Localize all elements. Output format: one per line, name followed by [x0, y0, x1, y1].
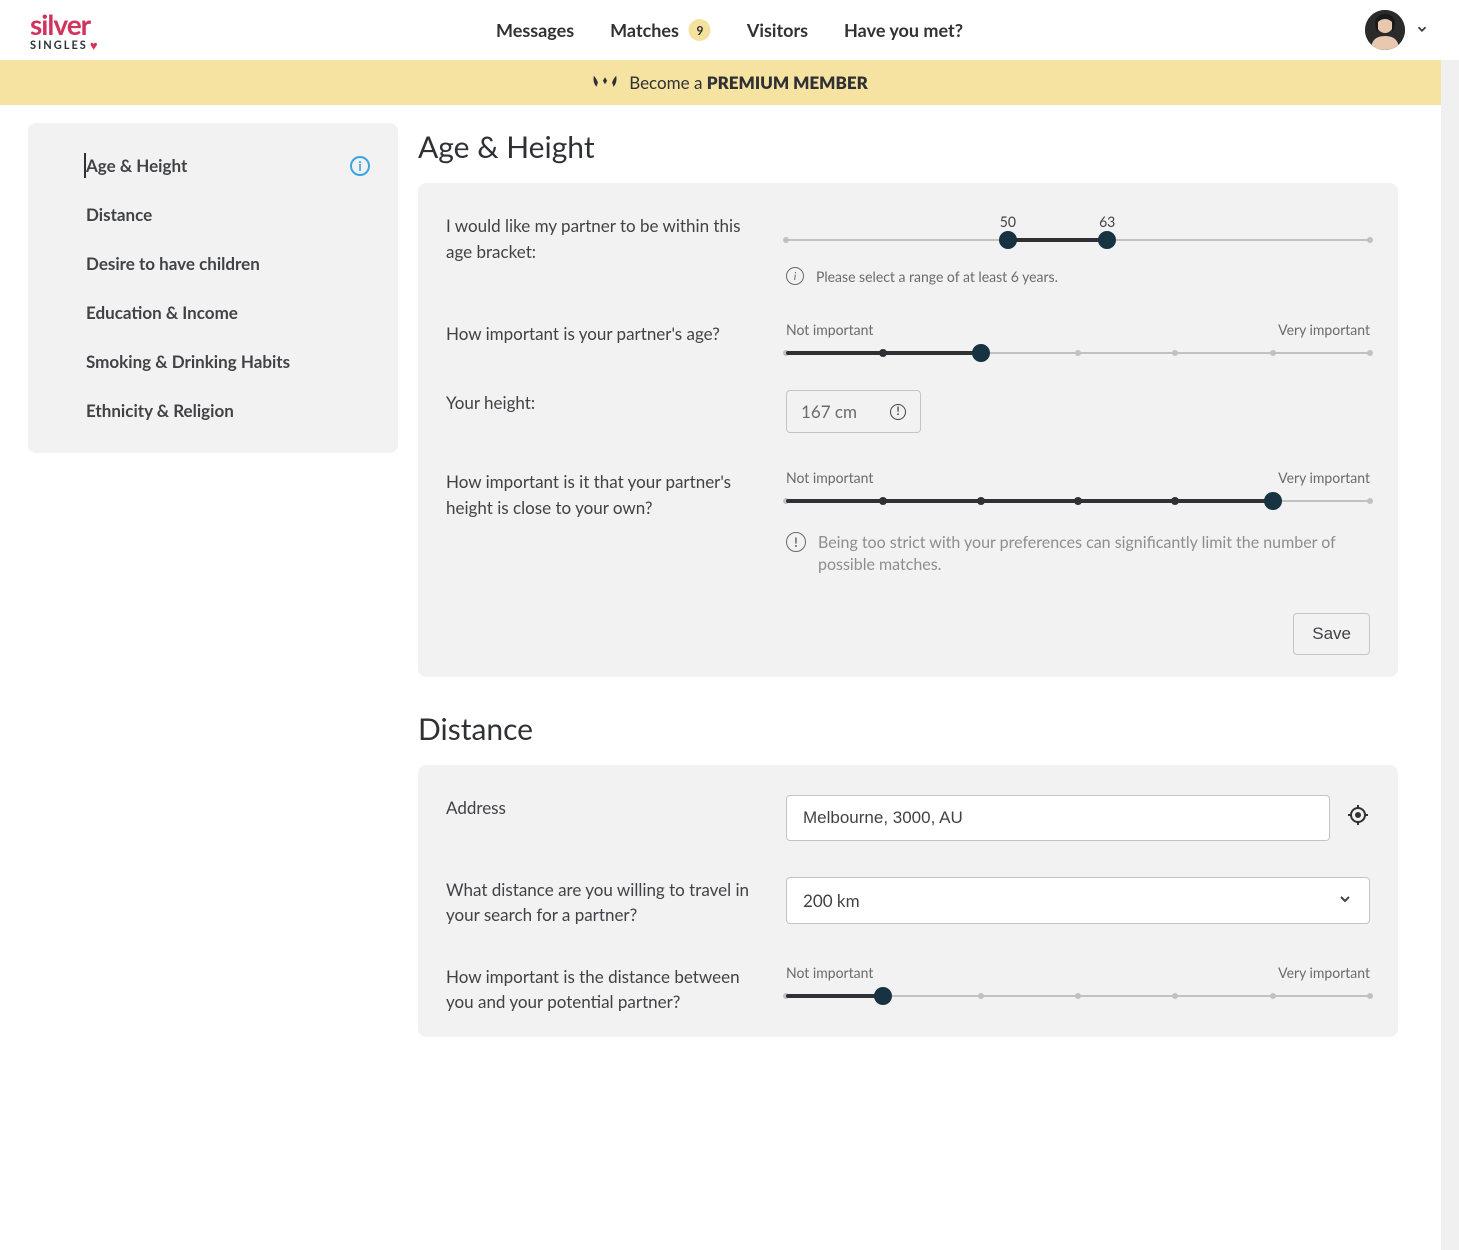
user-menu[interactable] [1365, 10, 1429, 50]
avatar[interactable] [1365, 10, 1405, 50]
slider-handle[interactable] [874, 987, 892, 1005]
slider-handle[interactable] [1264, 492, 1282, 510]
sidebar-item-smoking-drinking[interactable]: Smoking & Drinking Habits [28, 337, 398, 386]
panel-age-height: I would like my partner to be within thi… [418, 183, 1398, 677]
slider-handle[interactable] [972, 344, 990, 362]
header: silver SINGLES ♥ Messages Matches 9 Visi… [0, 0, 1459, 60]
sidebar-item-children[interactable]: Desire to have children [28, 239, 398, 288]
height-value: 167 cm [801, 401, 857, 422]
very-important-label: Very important [1278, 469, 1370, 486]
alert-icon: ! [890, 404, 906, 420]
age-range-label: I would like my partner to be within thi… [446, 213, 766, 264]
distance-value: 200 km [803, 890, 860, 911]
address-input[interactable] [786, 795, 1330, 841]
nav-matches[interactable]: Matches 9 [610, 19, 711, 41]
scrollbar[interactable] [1441, 60, 1459, 1250]
chevron-down-icon [1337, 890, 1353, 911]
main: Age & Height I would like my partner to … [418, 123, 1398, 1037]
nav-have-you-met[interactable]: Have you met? [844, 19, 963, 41]
age-max-handle[interactable] [1098, 231, 1116, 249]
premium-text: Become a PREMIUM MEMBER [629, 72, 868, 93]
age-importance-label: How important is your partner's age? [446, 321, 766, 347]
sidebar-item-label: Smoking & Drinking Habits [86, 351, 290, 372]
age-min-handle[interactable] [999, 231, 1017, 249]
height-input[interactable]: 167 cm ! [786, 390, 921, 433]
save-button[interactable]: Save [1293, 613, 1370, 655]
distance-importance-slider[interactable]: Not important Very important [786, 964, 1370, 997]
age-range-slider[interactable]: 50 63 [786, 213, 1370, 241]
nav-messages[interactable]: Messages [496, 19, 574, 41]
height-importance-slider[interactable]: Not important Very important [786, 469, 1370, 502]
section-title-age-height: Age & Height [418, 129, 1398, 165]
locate-icon[interactable] [1346, 803, 1370, 832]
sidebar-item-education-income[interactable]: Education & Income [28, 288, 398, 337]
very-important-label: Very important [1278, 321, 1370, 338]
panel-distance: Address What distance are you [418, 765, 1398, 1037]
not-important-label: Not important [786, 469, 873, 486]
height-importance-label: How important is it that your partner's … [446, 469, 766, 520]
not-important-label: Not important [786, 321, 873, 338]
chevron-down-icon[interactable] [1415, 22, 1429, 39]
section-title-distance: Distance [418, 711, 1398, 747]
logo-brand-top: silver [30, 7, 90, 41]
sidebar-item-label: Age & Height [86, 155, 187, 176]
heart-icon: ♥ [90, 37, 100, 53]
distance-select[interactable]: 200 km [786, 877, 1370, 924]
logo-brand-bottom: SINGLES ♥ [30, 37, 100, 53]
sidebar-item-label: Desire to have children [86, 253, 260, 274]
address-label: Address [446, 795, 766, 821]
age-max-value: 63 [1099, 213, 1115, 230]
info-icon[interactable]: i [350, 156, 370, 176]
alert-icon: ! [786, 532, 806, 552]
sidebar-item-label: Education & Income [86, 302, 238, 323]
wreath-icon [591, 70, 619, 95]
height-warning: ! Being too strict with your preferences… [786, 532, 1370, 577]
nav-visitors[interactable]: Visitors [747, 19, 808, 41]
info-icon: i [786, 267, 804, 285]
sidebar-item-age-height[interactable]: Age & Height i [28, 141, 398, 190]
matches-badge: 9 [689, 19, 711, 41]
distance-label: What distance are you willing to travel … [446, 877, 766, 928]
sidebar-item-distance[interactable]: Distance [28, 190, 398, 239]
sidebar-item-label: Ethnicity & Religion [86, 400, 234, 421]
age-range-hint: i Please select a range of at least 6 ye… [786, 267, 1370, 285]
height-label: Your height: [446, 390, 766, 416]
premium-banner[interactable]: Become a PREMIUM MEMBER [0, 60, 1459, 105]
age-importance-slider[interactable]: Not important Very important [786, 321, 1370, 354]
sidebar-item-label: Distance [86, 204, 152, 225]
very-important-label: Very important [1278, 964, 1370, 981]
logo[interactable]: silver SINGLES ♥ [30, 7, 100, 53]
distance-importance-label: How important is the distance between yo… [446, 964, 766, 1015]
main-nav: Messages Matches 9 Visitors Have you met… [496, 19, 963, 41]
sidebar: Age & Height i Distance Desire to have c… [28, 123, 398, 453]
sidebar-item-ethnicity-religion[interactable]: Ethnicity & Religion [28, 386, 398, 435]
age-min-value: 50 [1000, 213, 1016, 230]
not-important-label: Not important [786, 964, 873, 981]
